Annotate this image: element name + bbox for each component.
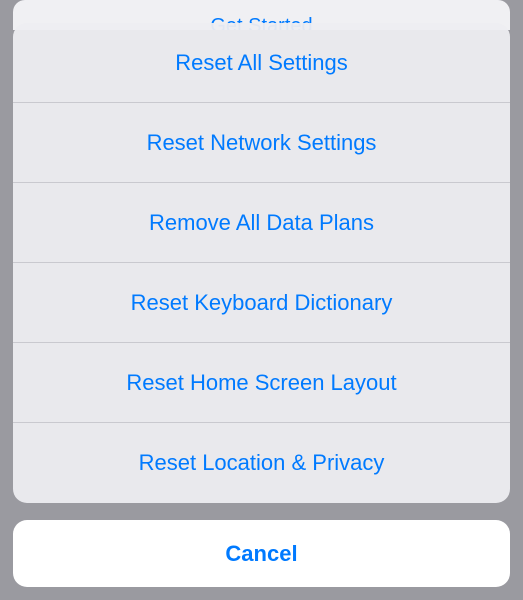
cancel-button[interactable]: Cancel — [13, 520, 510, 587]
action-item-label: Reset Location & Privacy — [139, 450, 385, 476]
action-item-label: Reset Keyboard Dictionary — [131, 290, 393, 316]
action-item-label: Reset Network Settings — [147, 130, 377, 156]
reset-home-screen-layout-option[interactable]: Reset Home Screen Layout — [13, 343, 510, 423]
reset-all-settings-option[interactable]: Reset All Settings — [13, 23, 510, 103]
reset-location-privacy-option[interactable]: Reset Location & Privacy — [13, 423, 510, 503]
action-item-label: Remove All Data Plans — [149, 210, 374, 236]
reset-network-settings-option[interactable]: Reset Network Settings — [13, 103, 510, 183]
action-sheet: Reset All Settings Reset Network Setting… — [13, 23, 510, 503]
remove-all-data-plans-option[interactable]: Remove All Data Plans — [13, 183, 510, 263]
action-item-label: Reset All Settings — [175, 50, 347, 76]
cancel-button-label: Cancel — [225, 541, 297, 567]
action-item-label: Reset Home Screen Layout — [126, 370, 396, 396]
reset-keyboard-dictionary-option[interactable]: Reset Keyboard Dictionary — [13, 263, 510, 343]
